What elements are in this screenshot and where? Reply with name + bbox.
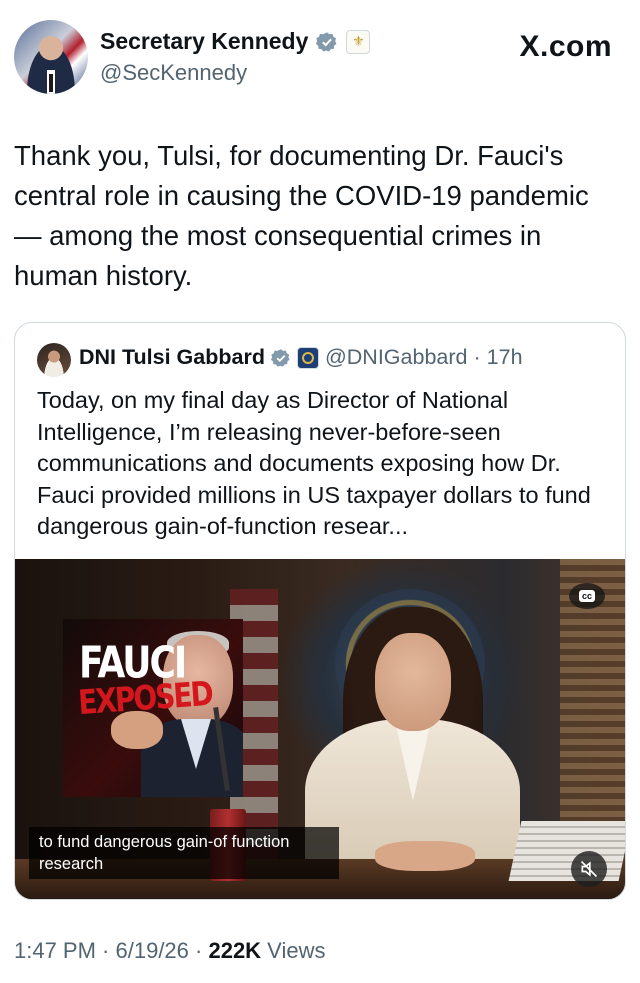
author-handle[interactable]: @SecKennedy [100,60,247,86]
views-count[interactable]: 222K [208,938,261,963]
quoted-tweet-header: DNI Tulsi Gabbard @DNIGabbard · 17h [79,345,523,370]
author-display-name[interactable]: Secretary Kennedy [100,28,308,55]
quoted-author-avatar[interactable] [37,343,71,377]
post-date[interactable]: 6/19/26 [116,938,189,963]
author-name-row: Secretary Kennedy ⚜ [100,28,371,55]
tweet-text: Thank you, Tulsi, for documenting Dr. Fa… [14,140,589,291]
video-speaker-hands [375,841,475,871]
meta-separator: · [95,938,116,963]
verified-badge-icon [316,31,337,52]
views-label: Views [261,938,326,963]
cc-icon: cc [578,590,595,602]
quoted-timestamp[interactable]: 17h [487,345,523,370]
video-player[interactable]: FAUCI EXPOSED cc to fund dangerous gain-… [15,559,625,899]
tweet-metadata: 1:47 PM · 6/19/26 · 222K Views [14,938,325,964]
mute-button[interactable] [571,851,607,887]
x-logo: X.com [519,30,612,63]
post-time[interactable]: 1:47 PM [14,938,96,963]
closed-captions-button[interactable]: cc [569,583,605,609]
video-speaker-face [375,633,451,731]
video-caption: to fund dangerous gain-of function resea… [29,827,339,879]
government-affiliation-icon: ⚜ [346,29,371,54]
quoted-tweet-card[interactable]: DNI Tulsi Gabbard @DNIGabbard · 17h Toda… [14,322,626,900]
video-papers [508,821,625,881]
dni-seal-icon [296,346,319,369]
quoted-verified-badge-icon [270,348,290,367]
author-avatar[interactable] [14,20,88,94]
quoted-author-name[interactable]: DNI Tulsi Gabbard [79,345,265,370]
quoted-author-handle[interactable]: @DNIGabbard [325,345,468,370]
speaker-muted-icon [580,860,598,878]
quoted-tweet-text: Today, on my final day as Director of Na… [37,387,591,539]
video-thumbnail-graphic: FAUCI EXPOSED [63,619,243,797]
quoted-separator: · [473,345,481,369]
meta-separator: · [188,938,209,963]
